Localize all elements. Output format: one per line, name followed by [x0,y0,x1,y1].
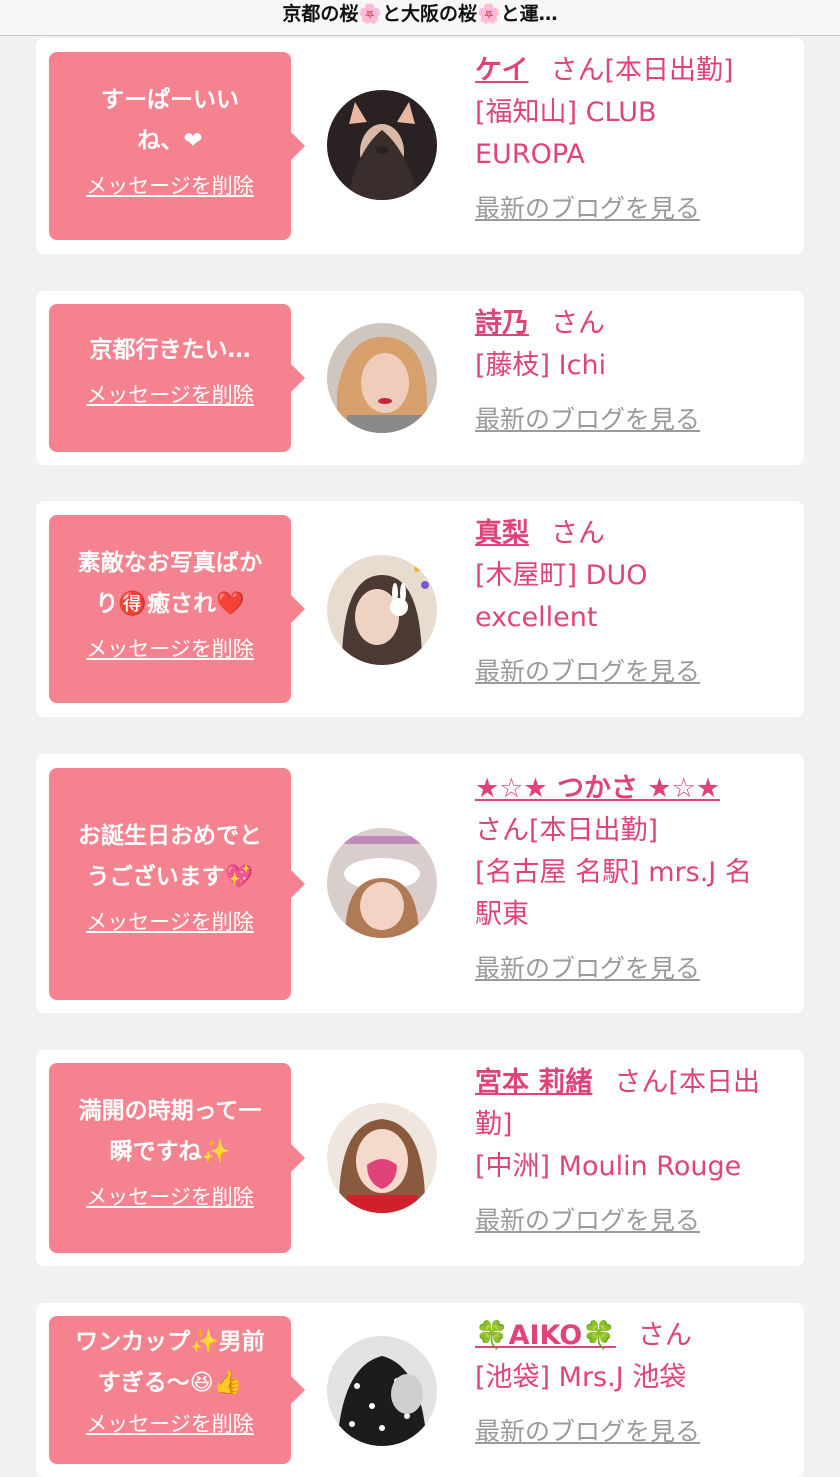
avatar[interactable] [327,1103,437,1213]
shop-name: 駅東 [475,899,529,930]
sender-status: さん[本日出勤] [550,55,734,86]
avatar[interactable] [327,323,437,433]
message-card: すーぱーいい ね、❤︎ メッセージを削除 ケイ さん[本日出勤] [福知山] CL… [36,38,804,254]
sender-name-link[interactable]: 真梨 [475,518,529,549]
message-text-line: すぎる〜😆👍 [97,1370,243,1396]
sender-name-link[interactable]: 宮本 莉緒 [475,1067,592,1098]
message-text-line: うございます💖 [86,864,254,890]
sender-status: さん [551,308,605,339]
sender-info: 🍀AIKO🍀 さん [池袋] Mrs.J 池袋 最新のブログを見る [475,1315,789,1453]
message-card: 素敵なお写真ばか り🉐癒され❤️ メッセージを削除 真梨 さん [木屋町] DUO… [36,501,804,717]
message-text-line: 素敵なお写真ばか [77,550,263,576]
message-card: 満開の時期って一 瞬ですね✨ メッセージを削除 宮本 莉緒 さん[本日出 勤] [… [36,1050,804,1266]
avatar[interactable] [327,555,437,665]
delete-message-link[interactable]: メッセージを削除 [86,906,254,936]
delete-message-link[interactable]: メッセージを削除 [86,1181,254,1211]
sender-info: ケイ さん[本日出勤] [福知山] CLUB EUROPA 最新のブログを見る [475,50,789,230]
message-bubble: 素敵なお写真ばか り🉐癒され❤️ メッセージを削除 [49,515,305,703]
page-title-bar: 京都の桜🌸と大阪の桜🌸と運… [0,0,840,36]
latest-blog-link[interactable]: 最新のブログを見る [475,651,700,693]
latest-blog-link[interactable]: 最新のブログを見る [475,1411,700,1453]
latest-blog-link[interactable]: 最新のブログを見る [475,1200,700,1242]
sender-name-link[interactable]: 詩乃 [475,308,529,339]
message-text-line: ね、❤︎ [137,128,203,154]
sender-name-link[interactable]: ケイ [475,55,528,86]
shop-name: [福知山] CLUB [475,97,657,128]
sender-status: さん[本日出 [614,1067,760,1098]
message-text-line: 瞬ですね✨ [109,1139,231,1165]
avatar[interactable] [327,90,437,200]
delete-message-link[interactable]: メッセージを削除 [86,1408,254,1438]
shop-name: EUROPA [475,139,585,170]
message-card: お誕生日おめでと うございます💖 メッセージを削除 ★☆★ つかさ ★☆★ さん… [36,754,804,1013]
message-text-line: り🉐癒され❤️ [95,591,245,617]
sender-status: さん [637,1320,692,1351]
message-text-line: 満開の時期って一 [78,1098,262,1124]
sender-name-link[interactable]: 🍀AIKO🍀 [475,1320,616,1351]
sender-name-link[interactable]: ★☆★ つかさ ★☆★ [475,773,720,804]
message-text-line: すーぱーいい [101,87,239,113]
sender-status: さん[本日出勤] [475,815,659,846]
shop-name: [池袋] Mrs.J 池袋 [475,1362,687,1393]
sender-info: 宮本 莉緒 さん[本日出 勤] [中洲] Moulin Rouge 最新のブログを… [475,1062,789,1242]
message-card: ワンカップ✨男前 すぎる〜😆👍 メッセージを削除 🍀AIKO🍀 さん [池袋] M… [36,1303,804,1477]
shop-name: [木屋町] DUO [475,560,648,591]
delete-message-link[interactable]: メッセージを削除 [86,170,254,200]
sender-status: さん [551,518,605,549]
latest-blog-link[interactable]: 最新のブログを見る [475,188,700,230]
message-bubble: 満開の時期って一 瞬ですね✨ メッセージを削除 [49,1063,305,1253]
message-text-line: お誕生日おめでと [78,823,262,849]
message-text-line: 京都行きたい… [89,337,251,363]
latest-blog-link[interactable]: 最新のブログを見る [475,948,700,990]
avatar[interactable] [327,1336,437,1446]
delete-message-link[interactable]: メッセージを削除 [86,379,254,409]
message-bubble: すーぱーいい ね、❤︎ メッセージを削除 [49,52,305,240]
avatar[interactable] [327,828,437,938]
page-title: 京都の桜🌸と大阪の桜🌸と運… [282,3,558,25]
shop-name: [名古屋 名駅] mrs.J 名 [475,857,752,888]
delete-message-link[interactable]: メッセージを削除 [86,633,254,663]
shop-name: excellent [475,602,598,633]
latest-blog-link[interactable]: 最新のブログを見る [475,399,700,441]
message-card: 京都行きたい… メッセージを削除 詩乃 さん [藤枝] Ichi 最新のブログを見… [36,291,804,465]
message-bubble: お誕生日おめでと うございます💖 メッセージを削除 [49,768,305,1000]
message-bubble: ワンカップ✨男前 すぎる〜😆👍 メッセージを削除 [49,1316,305,1464]
sender-info: 真梨 さん [木屋町] DUO excellent 最新のブログを見る [475,513,789,693]
shop-name: [中洲] Moulin Rouge [475,1151,742,1182]
message-bubble: 京都行きたい… メッセージを削除 [49,304,305,452]
shop-name: [藤枝] Ichi [475,350,607,381]
sender-info: ★☆★ つかさ ★☆★ さん[本日出勤] [名古屋 名駅] mrs.J 名 駅東… [475,768,789,990]
sender-status-cont: 勤] [475,1109,513,1140]
message-text-line: ワンカップ✨男前 [75,1329,265,1355]
sender-info: 詩乃 さん [藤枝] Ichi 最新のブログを見る [475,303,789,441]
